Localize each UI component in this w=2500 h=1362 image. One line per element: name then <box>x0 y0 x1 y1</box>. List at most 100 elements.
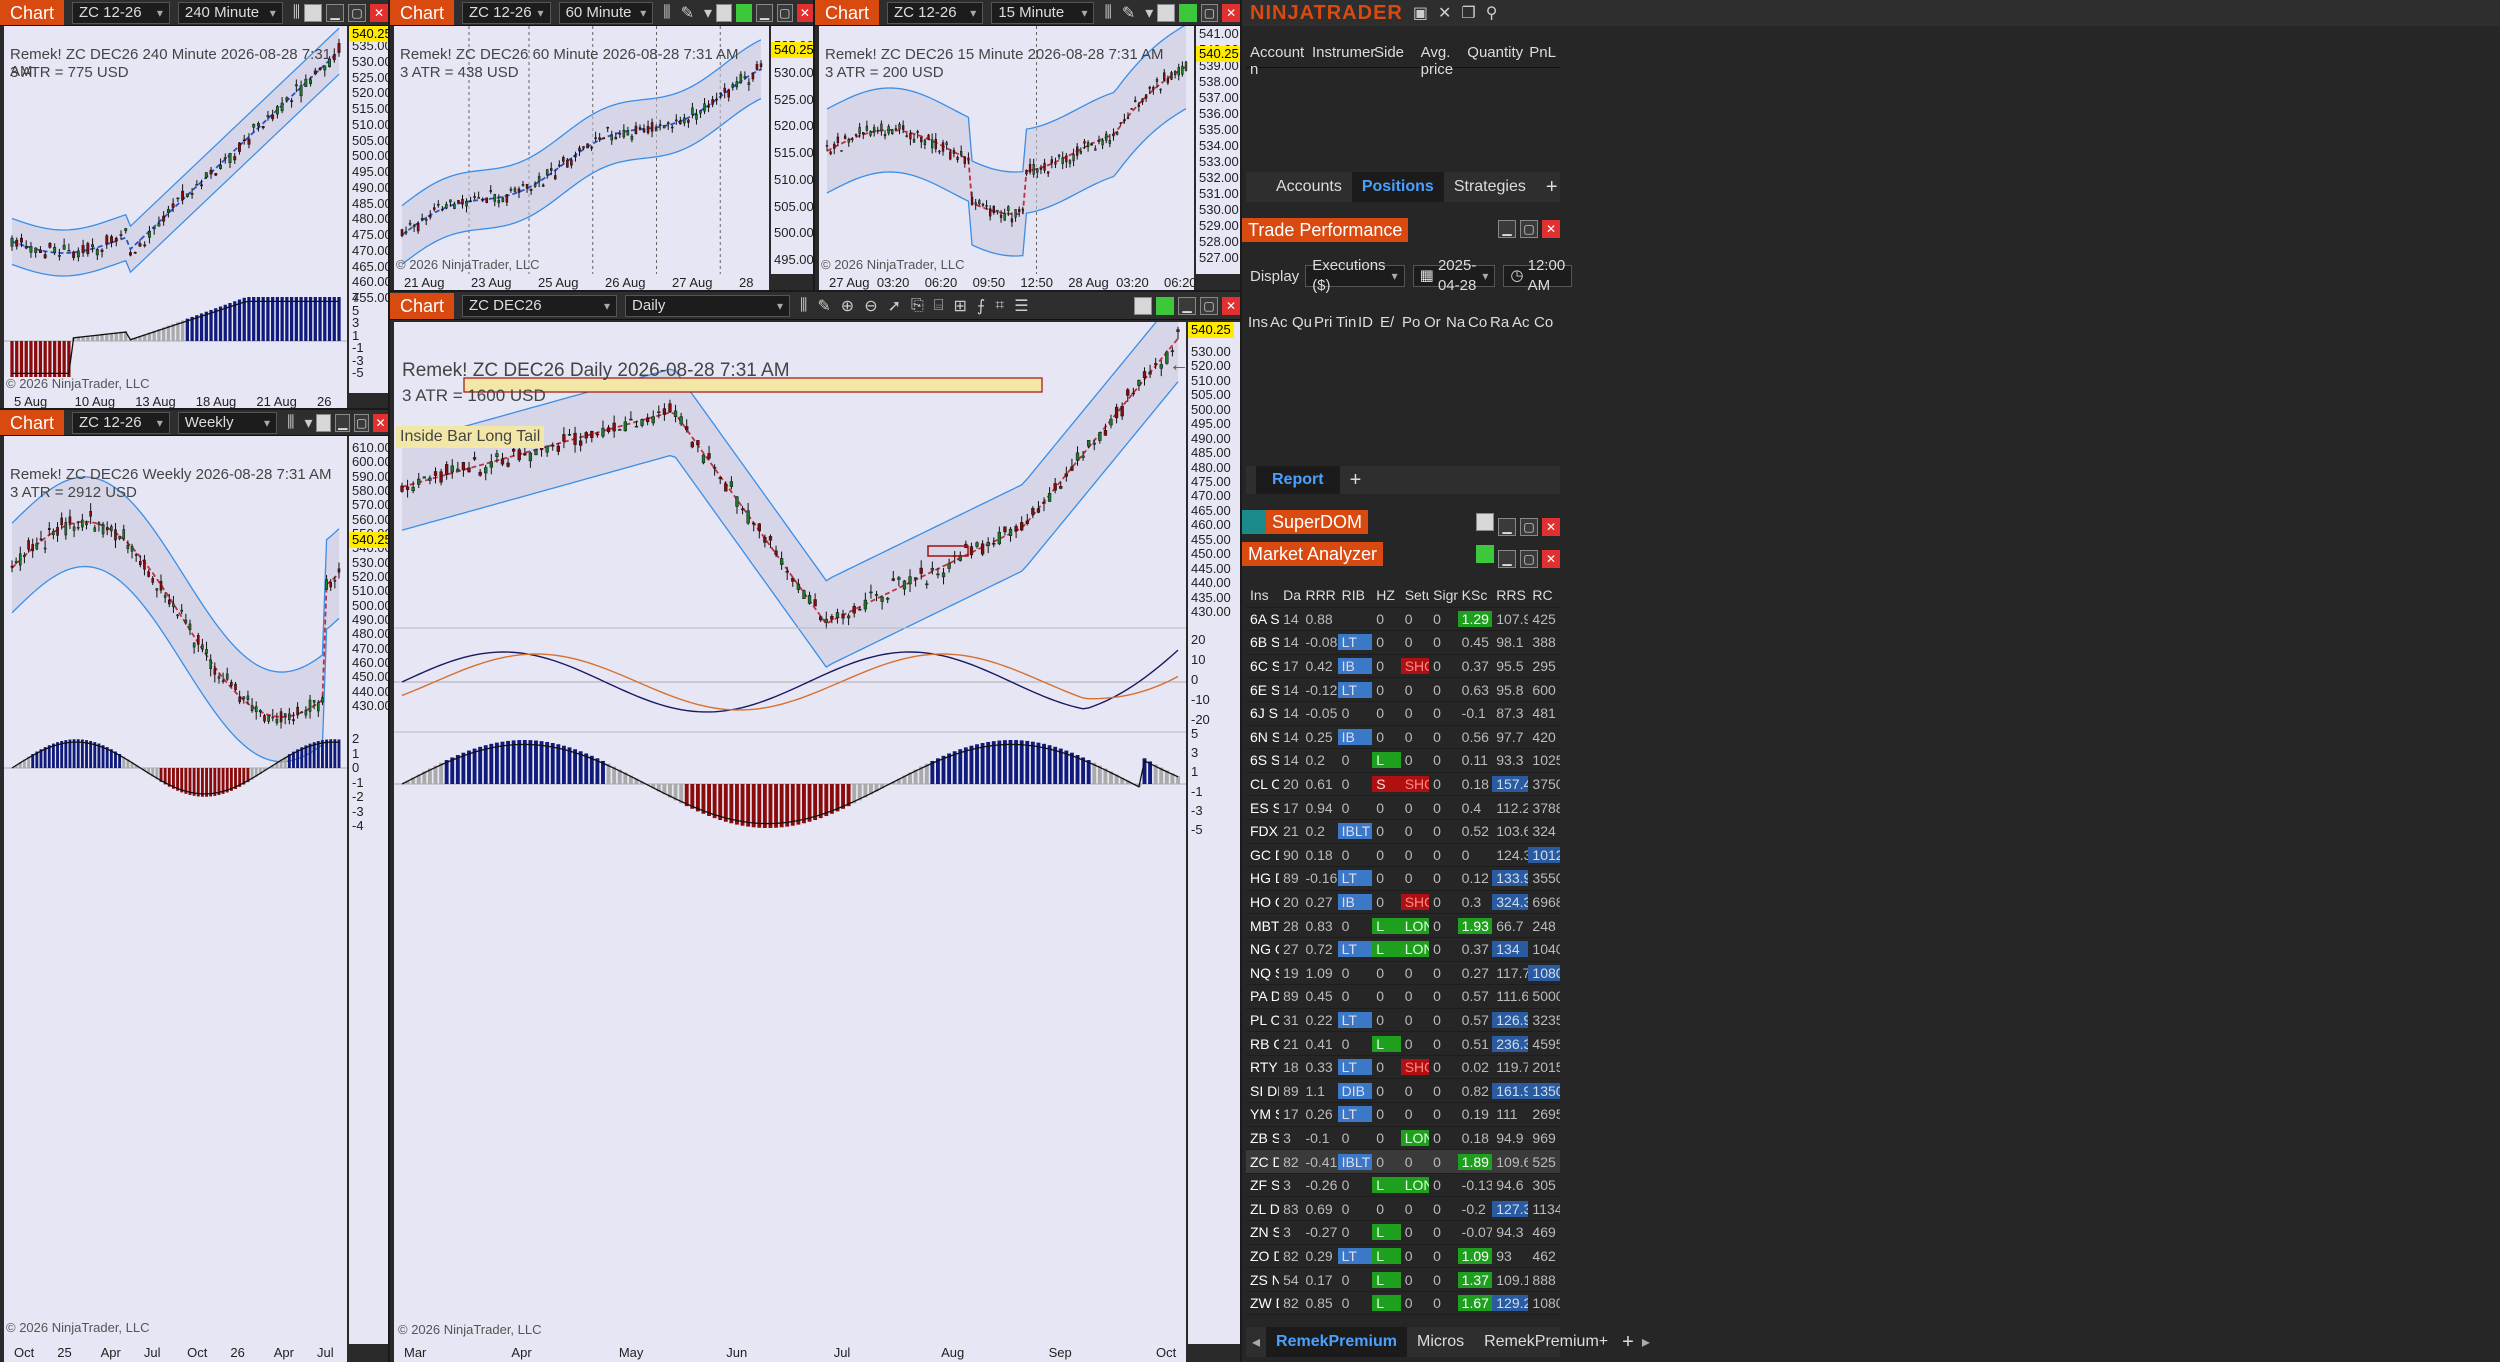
ma-row[interactable]: NQ SE19 1.09 0 0 0 0 0.27 117.710805 <box>1246 962 1560 986</box>
ma-column-header[interactable]: RRS <box>1492 587 1528 603</box>
dropdown-icon[interactable]: ▾ <box>704 3 712 23</box>
col-account[interactable]: Account n <box>1246 40 1308 78</box>
col-instrument[interactable]: Instrumer <box>1308 40 1375 67</box>
strategies-icon[interactable]: ⌗ <box>995 297 1004 315</box>
time-axis[interactable]: 21 Aug 23 Aug 25 Aug 26 Aug 27 Aug 28 Aug <box>394 274 769 290</box>
tp-column-header[interactable]: Ac <box>1268 310 1290 340</box>
tp-column-header[interactable]: Ac <box>1510 310 1532 340</box>
ma-column-header[interactable]: Setu <box>1401 587 1429 603</box>
drawing-tool-icon[interactable]: ✎ <box>1122 3 1135 23</box>
bar-type-icon[interactable]: ⫼ <box>1104 4 1111 22</box>
bar-type-icon[interactable]: ⫼ <box>287 414 294 432</box>
maximize-button[interactable]: ▢ <box>1200 3 1219 22</box>
indicators-icon[interactable]: ⨍ <box>977 296 985 316</box>
close-button[interactable]: ✕ <box>1222 296 1240 315</box>
minimize-button[interactable]: ▁ <box>335 413 351 432</box>
price-axis[interactable]: 541.00540.00539.00538.00537.00536.00535.… <box>1196 26 1240 274</box>
minimize-button[interactable]: ▁ <box>1498 550 1516 568</box>
ma-row[interactable]: ZF SE3-0.260LLONG0-0.1394.6305 <box>1246 1174 1560 1198</box>
add-tab-button[interactable]: + <box>1536 176 1568 199</box>
chart-window-60[interactable]: Chart ZC 12-26 ▾ 60 Minute ▾ ⫼ ✎ ▾ ▁ ▢ ✕ R… <box>390 0 813 290</box>
drawing-tool-icon[interactable]: ✎ <box>681 3 694 23</box>
zoom-in-icon[interactable]: ⊕ <box>841 296 854 316</box>
bar-type-icon[interactable]: ⫼ <box>663 4 670 22</box>
bar-type-icon[interactable]: ⫼ <box>293 4 300 22</box>
ma-row[interactable]: NG OC27 0.72LTLLONG0 0.371341040 <box>1246 938 1560 962</box>
minimize-button[interactable]: ▁ <box>1178 296 1196 315</box>
link-button[interactable] <box>1476 513 1494 531</box>
ma-row[interactable]: 6N SE140.25IB0000.5697.7420 <box>1246 726 1560 750</box>
close-button[interactable]: ✕ <box>1542 550 1560 568</box>
link-group-button[interactable] <box>1156 296 1174 315</box>
maximize-button[interactable]: ▢ <box>1520 518 1538 536</box>
time-selector[interactable]: ◷ 12:00 AM <box>1503 257 1573 294</box>
minimize-button[interactable]: ▁ <box>1498 518 1516 536</box>
price-plot[interactable]: Remek! ZC DEC26 Daily 2026-08-28 7:31 AM… <box>394 322 1189 1344</box>
ma-column-header[interactable]: HZ <box>1372 587 1400 603</box>
ma-row[interactable]: ZB SE3-0.100LONG00.1894.9969 <box>1246 1127 1560 1151</box>
ma-column-header[interactable]: RC <box>1528 587 1560 603</box>
tp-column-header[interactable]: Qu <box>1290 310 1312 340</box>
ma-row[interactable]: SI DE(891.1DIB0000.82161.913500 <box>1246 1079 1560 1104</box>
col-side[interactable]: Side <box>1370 40 1417 67</box>
properties-icon[interactable]: ☰ <box>1014 296 1028 316</box>
time-axis[interactable]: Mar Apr May Jun Jul Aug Sep Oct <box>394 1344 1186 1362</box>
chart-window-240[interactable]: Chart ZC 12-26 ▾ 240 Minute ▾ ⫼ ▁ ▢ ✕ Reme… <box>0 0 388 408</box>
market-analyzer-grid[interactable]: InsDayRRRRIBHZSetuSignaKScRRSRC6A SE140.… <box>1246 584 1560 1316</box>
tab-strategies[interactable]: Strategies <box>1444 178 1536 196</box>
ma-row[interactable]: ZW DI820.850L001.67129.21080 <box>1246 1292 1560 1316</box>
ma-column-header[interactable]: KSc <box>1458 587 1493 603</box>
ma-row[interactable]: MBT S280.830LLONG01.9366.7248 <box>1246 914 1560 938</box>
tp-column-header[interactable]: E/ <box>1378 310 1400 340</box>
tp-column-header[interactable]: ID <box>1356 310 1378 340</box>
superdom-title[interactable]: SuperDOM <box>1266 510 1369 534</box>
scroll-left-icon[interactable]: ◂ <box>1246 1332 1266 1352</box>
control-center-icon[interactable]: ▣ <box>1413 3 1428 23</box>
price-plot[interactable]: Remek! ZC DEC26 60 Minute 2026-08-28 7:3… <box>394 26 769 274</box>
ma-row[interactable]: ZC DE82-0.41IBLT0001.89109.6525 <box>1246 1150 1560 1174</box>
interval-selector[interactable]: Daily ▾ <box>625 294 791 317</box>
tab-accounts[interactable]: Accounts <box>1266 178 1352 196</box>
close-button[interactable]: ✕ <box>1222 3 1240 22</box>
instrument-selector[interactable]: ZC DEC26 ▾ <box>462 294 618 317</box>
bar-style-icon[interactable]: ⌸ <box>934 297 944 315</box>
ma-row[interactable]: PA DE89 0.45 0 0 0 0 0.57 111.65000 <box>1246 985 1560 1009</box>
ma-row[interactable]: 6A SE14 0.88 0 0 0 1.29107.9425 <box>1246 608 1560 632</box>
link-group-button[interactable] <box>1476 545 1494 563</box>
back-arrow-icon[interactable]: ← <box>1169 354 1189 377</box>
link-button[interactable] <box>1134 296 1152 315</box>
instrument-selector[interactable]: ZC 12-26 ▾ <box>462 1 551 24</box>
tp-column-header[interactable]: Co <box>1466 310 1488 340</box>
ma-row[interactable]: HG DE89-0.16LT0000.12133.93550 <box>1246 867 1560 891</box>
chart-window-daily[interactable]: Chart ZC DEC26 ▾ Daily ▾ ⫼ ✎ ⊕ ⊖ ➚ ⎘ ⌸ ⊞ ⨍… <box>390 292 1240 1362</box>
tp-column-header[interactable]: Tin <box>1334 310 1356 340</box>
tools-icon[interactable]: ✕ <box>1438 3 1451 23</box>
chart-window-weekly[interactable]: Chart ZC 12-26 ▾ Weekly ▾ ⫼ ▾ ▁ ▢ ✕ Remek!… <box>0 410 388 1362</box>
ma-row[interactable]: ZN SE3-0.270L00-0.0794.3469 <box>1246 1221 1560 1245</box>
bar-type-icon[interactable]: ⫼ <box>800 297 807 315</box>
close-button[interactable]: ✕ <box>370 3 388 22</box>
scroll-right-icon[interactable]: ▸ <box>1638 1332 1654 1352</box>
ma-column-header[interactable]: RRR <box>1301 587 1337 603</box>
link-group-button[interactable] <box>1178 3 1197 22</box>
ma-column-header[interactable]: Day <box>1279 587 1301 603</box>
ma-column-header[interactable]: Signa <box>1429 587 1457 603</box>
tab-remekpremium-plus[interactable]: RemekPremium+ <box>1474 1333 1618 1351</box>
maximize-button[interactable]: ▢ <box>1520 550 1538 568</box>
close-button[interactable]: ✕ <box>796 3 813 22</box>
ma-row[interactable]: RB OC210.410L000.51236.34595 <box>1246 1032 1560 1056</box>
ma-row[interactable]: 6E SE14-0.12LT0000.6395.8600 <box>1246 678 1560 702</box>
col-avg-price[interactable]: Avg. price <box>1417 40 1464 78</box>
chart-tab[interactable]: Chart <box>0 410 65 435</box>
maximize-button[interactable]: ▢ <box>354 413 370 432</box>
chart-tab[interactable]: Chart <box>815 0 880 25</box>
tp-column-header[interactable]: Ins <box>1246 310 1268 340</box>
connection-icon[interactable]: ⚲ <box>1486 3 1498 23</box>
minimize-button[interactable]: ▁ <box>1498 220 1516 238</box>
instrument-selector[interactable]: ZC 12-26 ▾ <box>72 411 170 434</box>
dropdown-icon[interactable]: ▾ <box>1145 3 1153 23</box>
ma-row[interactable]: RTY S180.33LT0SHOR00.02119.72015 <box>1246 1056 1560 1080</box>
price-axis[interactable]: 530.00 520.00 510.00 505.00 500.00 495.00 490.… <box>1188 322 1240 1344</box>
close-button[interactable]: ✕ <box>373 413 388 432</box>
col-quantity[interactable]: Quantity <box>1463 40 1525 67</box>
